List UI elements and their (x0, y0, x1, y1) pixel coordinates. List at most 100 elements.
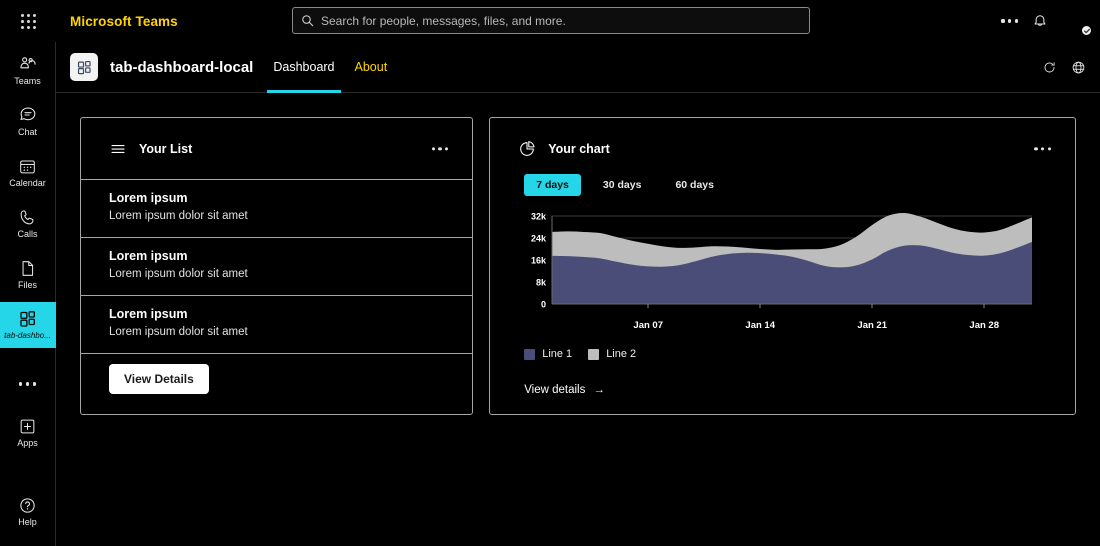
chart-x-tick-label: Jan 21 (857, 320, 887, 331)
legend-item-line-1[interactable]: Line 1 (524, 348, 572, 360)
list-item[interactable]: Lorem ipsum Lorem ipsum dolor sit amet (81, 296, 473, 354)
ellipsis-glyph (19, 382, 36, 386)
sidebar-item-tab-dashboard-local[interactable]: tab-dashbo... (0, 302, 56, 348)
your-chart-card: Your chart 7 days 30 days 60 days 0 8k 16k (489, 117, 1076, 415)
top-bar-actions (1001, 0, 1093, 42)
legend-label: Line 2 (606, 348, 637, 360)
globe-icon[interactable] (1071, 60, 1086, 75)
chart-body: 7 days 30 days 60 days 0 8k 16k 24k 32k Jan … (490, 174, 1075, 414)
chat-icon (18, 105, 38, 125)
list-icon (109, 140, 127, 158)
view-details-button[interactable]: View Details (109, 364, 209, 394)
sidebar-item-apps[interactable]: Apps (0, 409, 56, 455)
pie-chart-icon (518, 140, 536, 158)
left-rail: Teams Chat Calendar Calls Files tab-dash… (0, 42, 56, 546)
search-box[interactable]: Search for people, messages, files, and … (292, 7, 810, 34)
top-bar: Microsoft Teams Search for people, messa… (0, 0, 1100, 42)
chart-legend: Line 1 Line 2 (524, 348, 1047, 360)
chart-x-tick-label: Jan 14 (745, 320, 775, 331)
chart-card-more-icon[interactable] (1034, 147, 1051, 151)
main-area: tab-dashboard-local Dashboard About Your… (56, 42, 1100, 546)
sidebar-item-label: Calendar (9, 178, 46, 188)
more-options-icon[interactable] (1001, 19, 1018, 23)
sidebar-more-apps-icon[interactable] (0, 364, 56, 404)
sidebar-item-files[interactable]: Files (0, 251, 56, 297)
dashboard-app-icon (18, 309, 38, 329)
files-icon (18, 258, 37, 278)
sidebar-item-label: Chat (17, 127, 37, 137)
brand-title: Microsoft Teams (70, 13, 178, 29)
help-icon (18, 495, 37, 515)
calls-icon (18, 207, 37, 227)
chart-y-tick-label: 16k (531, 255, 547, 265)
tab-dashboard[interactable]: Dashboard (267, 42, 341, 93)
ellipsis-glyph (431, 146, 449, 151)
dashboard-content: Your List Lorem ipsum Lorem ipsum dolor … (56, 93, 1100, 546)
list-card-more-icon[interactable] (431, 146, 449, 151)
view-details-link[interactable]: View details → (524, 384, 1047, 414)
chart-y-tick-label: 24k (531, 233, 547, 243)
list-item-title: Lorem ipsum (109, 191, 188, 205)
list-item-title: Lorem ipsum (109, 249, 188, 263)
sidebar-item-help[interactable]: Help (0, 488, 56, 534)
sidebar-item-chat[interactable]: Chat (0, 98, 56, 144)
list-item[interactable]: Lorem ipsum Lorem ipsum dolor sit amet (81, 238, 473, 296)
legend-swatch (524, 348, 536, 360)
sidebar-item-teams[interactable]: Teams (0, 47, 56, 93)
sidebar-item-label: Help (18, 517, 37, 527)
sidebar-item-label: Teams (14, 76, 41, 86)
sidebar-item-calendar[interactable]: Calendar (0, 149, 56, 195)
avatar[interactable] (1062, 6, 1093, 37)
chart-x-tick-label: Jan 07 (633, 320, 663, 331)
bell-icon[interactable] (1032, 13, 1048, 29)
app-tabs: Dashboard About (267, 42, 390, 93)
sidebar-item-label: Files (17, 280, 37, 290)
search-placeholder: Search for people, messages, files, and … (321, 13, 566, 28)
search-bar[interactable]: Search for people, messages, files, and … (292, 7, 810, 34)
list-card-title: Your List (139, 141, 193, 156)
list-item-subtitle: Lorem ipsum dolor sit amet (109, 268, 248, 280)
list-card-footer: View Details (81, 354, 472, 414)
chart-y-tick-label: 0 (541, 299, 546, 309)
calendar-icon (18, 156, 37, 176)
app-logo-icon (70, 53, 98, 81)
ellipsis-glyph (1001, 19, 1018, 23)
body-row: Teams Chat Calendar Calls Files tab-dash… (0, 42, 1100, 546)
your-list-card: Your List Lorem ipsum Lorem ipsum dolor … (80, 117, 474, 415)
sidebar-item-label: Apps (17, 438, 38, 448)
teams-app-window: Microsoft Teams Search for people, messa… (0, 0, 1100, 546)
legend-swatch (588, 348, 600, 360)
tab-about[interactable]: About (353, 42, 390, 93)
area-chart-svg: 0 8k 16k 24k 32k (531, 211, 1033, 309)
list-item-subtitle: Lorem ipsum dolor sit amet (109, 326, 248, 338)
sidebar-item-label: tab-dashbo... (4, 331, 51, 340)
area-chart: 0 8k 16k 24k 32k (524, 210, 1047, 318)
refresh-icon[interactable] (1042, 60, 1057, 75)
sidebar-item-label: Calls (17, 229, 38, 239)
legend-item-line-2[interactable]: Line 2 (588, 348, 636, 360)
chart-y-tick-label: 8k (536, 277, 547, 287)
legend-label: Line 1 (542, 348, 573, 360)
list-item-title: Lorem ipsum (109, 307, 188, 321)
sidebar-item-calls[interactable]: Calls (0, 200, 56, 246)
page-title: tab-dashboard-local (110, 58, 254, 76)
chart-x-tick-label: Jan 28 (969, 320, 999, 331)
chart-card-title: Your chart (548, 142, 610, 156)
search-icon (301, 14, 314, 27)
arrow-right-icon: → (593, 384, 605, 396)
ellipsis-glyph (1034, 147, 1051, 151)
list-card-header: Your List (81, 118, 473, 180)
apps-icon (18, 416, 37, 436)
list-item-subtitle: Lorem ipsum dolor sit amet (109, 210, 248, 222)
app-header: tab-dashboard-local Dashboard About (56, 42, 1100, 93)
app-header-actions (1042, 60, 1086, 75)
chart-card-header: Your chart (490, 118, 1075, 180)
chart-x-axis-labels: Jan 07 Jan 14 Jan 21 Jan 28 (524, 320, 1047, 334)
status-badge (1080, 24, 1093, 37)
list-item[interactable]: Lorem ipsum Lorem ipsum dolor sit amet (81, 180, 473, 238)
view-details-label: View details (524, 384, 586, 396)
teams-icon (18, 54, 38, 74)
waffle-grid (20, 13, 36, 29)
chart-y-tick-label: 32k (531, 211, 547, 221)
app-launcher-icon[interactable] (0, 0, 56, 42)
